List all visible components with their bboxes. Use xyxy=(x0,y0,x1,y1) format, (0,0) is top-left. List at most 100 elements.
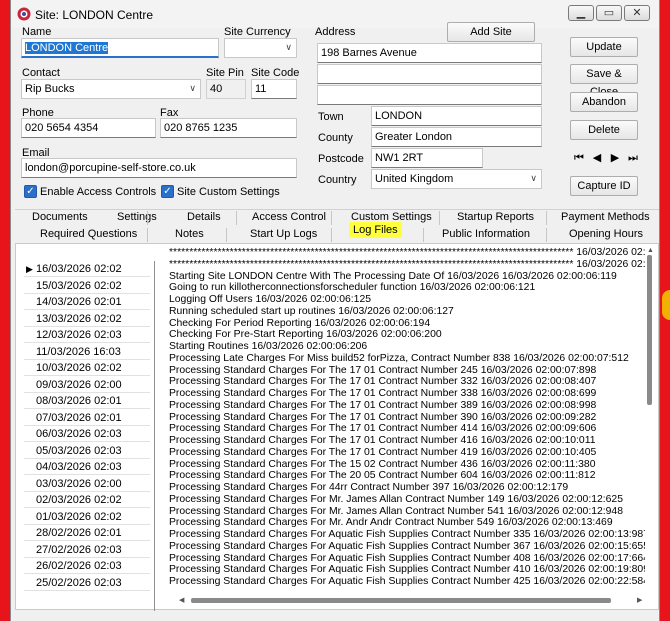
log-line: Going to run killotherconnectionsforsche… xyxy=(169,282,536,294)
log-date-row[interactable]: 04/03/2026 02:03 xyxy=(24,459,150,475)
log-date-row[interactable]: 26/02/2026 02:03 xyxy=(24,558,150,574)
postcode-field[interactable]: NW1 2RT xyxy=(371,148,483,168)
site-custom-settings-checkbox[interactable]: ✓ xyxy=(161,185,174,198)
vertical-scrollbar[interactable]: ▲ xyxy=(645,247,655,591)
tab-log-files[interactable]: Log Files xyxy=(349,222,402,238)
log-line: Processing Standard Charges For The 17 0… xyxy=(169,446,597,458)
log-date-row[interactable]: 06/03/2026 02:03 xyxy=(24,426,150,442)
log-date-row[interactable]: 07/03/2026 02:01 xyxy=(24,410,150,426)
maximize-button[interactable]: ▭ xyxy=(596,5,622,21)
scroll-left-icon[interactable]: ◀ xyxy=(179,596,184,604)
previous-record-icon[interactable]: ◀ xyxy=(590,150,604,166)
horizontal-scroll-thumb[interactable] xyxy=(191,598,611,603)
country-select[interactable]: United Kingdom ∨ xyxy=(371,169,542,189)
log-date-row[interactable]: ▶ 16/03/2026 02:02 xyxy=(24,261,150,277)
enable-access-controls-checkbox[interactable]: ✓ xyxy=(24,185,37,198)
log-text-area[interactable]: ****************************************… xyxy=(169,247,645,591)
log-date-text: 13/03/2026 02:02 xyxy=(36,312,122,325)
enable-access-controls-label: Enable Access Controls xyxy=(40,186,157,198)
log-line: Processing Standard Charges For 44rr Con… xyxy=(169,482,569,493)
log-date-row[interactable]: 05/03/2026 02:03 xyxy=(24,443,150,459)
update-button[interactable]: Update xyxy=(570,37,638,57)
tab-opening-hours[interactable]: Opening Hours xyxy=(569,228,643,240)
tab-details[interactable]: Details xyxy=(187,211,221,223)
log-line: Starting Routines 16/03/2026 02:00:06:20… xyxy=(169,341,368,352)
fax-field[interactable]: 020 8765 1235 xyxy=(160,118,297,138)
tab-payment-methods[interactable]: Payment Methods xyxy=(561,211,650,223)
tab-required-questions[interactable]: Required Questions xyxy=(40,228,137,240)
next-record-icon[interactable]: ▶ xyxy=(608,150,622,166)
log-date-row[interactable]: 08/03/2026 02:01 xyxy=(24,393,150,409)
tab-separator xyxy=(439,211,440,225)
save-close-button[interactable]: Save & Close xyxy=(570,64,638,98)
log-line: Processing Standard Charges For Aquatic … xyxy=(169,564,645,576)
tab-startup-reports[interactable]: Startup Reports xyxy=(457,211,534,223)
log-date-row[interactable]: 28/02/2026 02:01 xyxy=(24,525,150,541)
log-date-row[interactable]: 25/02/2026 02:03 xyxy=(24,575,150,591)
log-date-row[interactable]: 10/03/2026 02:02 xyxy=(24,360,150,376)
tab-access-control[interactable]: Access Control xyxy=(252,211,326,223)
log-date-row[interactable]: 09/03/2026 02:00 xyxy=(24,377,150,393)
log-line: Processing Standard Charges For Aquatic … xyxy=(169,552,645,564)
site-code-field[interactable]: 11 xyxy=(251,79,297,99)
tab-documents[interactable]: Documents xyxy=(32,211,88,223)
address-line-3-field[interactable] xyxy=(317,85,542,105)
name-field[interactable]: LONDON Centre xyxy=(21,38,219,58)
delete-button[interactable]: Delete xyxy=(570,120,638,140)
log-date-row[interactable]: 14/03/2026 02:01 xyxy=(24,294,150,310)
log-line: Processing Standard Charges For The 17 0… xyxy=(169,364,597,376)
log-line: Processing Standard Charges For Aquatic … xyxy=(169,529,645,540)
log-date-text: 01/03/2026 02:02 xyxy=(36,510,122,523)
last-record-icon[interactable]: ⏭ xyxy=(626,150,640,166)
tab-separator xyxy=(147,228,148,242)
phone-field[interactable]: 020 5654 4354 xyxy=(21,118,156,138)
site-pin-label: Site Pin xyxy=(206,67,244,79)
log-line: Processing Late Charges For Miss build52… xyxy=(169,352,629,364)
log-date-text: 02/03/2026 02:02 xyxy=(36,494,122,506)
log-date-row[interactable]: 02/03/2026 02:02 xyxy=(24,492,150,508)
email-value: london@porcupine-self-store.co.uk xyxy=(25,162,196,174)
add-site-templates-button[interactable]: Add Site Templates xyxy=(447,22,535,56)
county-field[interactable]: Greater London xyxy=(371,127,542,147)
capture-id-button[interactable]: Capture ID xyxy=(570,176,638,196)
tab-public-information[interactable]: Public Information xyxy=(442,228,530,240)
tab-separator xyxy=(226,228,227,242)
abandon-button[interactable]: Abandon xyxy=(570,92,638,112)
close-button[interactable]: ✕ xyxy=(624,5,650,21)
tab-divider xyxy=(15,209,659,210)
horizontal-scrollbar[interactable]: ◀ ▶ xyxy=(179,595,645,605)
log-date-text: 28/02/2026 02:01 xyxy=(36,527,122,539)
log-date-row[interactable]: 15/03/2026 02:02 xyxy=(24,278,150,294)
address-line-2-field[interactable] xyxy=(317,64,542,84)
log-date-text: 25/02/2026 02:03 xyxy=(36,576,122,589)
vertical-scroll-thumb[interactable] xyxy=(647,255,652,405)
log-date-text: 26/02/2026 02:03 xyxy=(36,560,122,572)
window-title: Site: LONDON Centre xyxy=(35,8,154,22)
tab-notes[interactable]: Notes xyxy=(175,228,204,240)
tab-settings[interactable]: Settings xyxy=(117,211,157,223)
site-currency-select[interactable]: ∨ xyxy=(224,38,297,58)
scroll-right-icon[interactable]: ▶ xyxy=(637,596,642,604)
first-record-icon[interactable]: ⏮ xyxy=(572,150,586,166)
log-line: ****************************************… xyxy=(169,258,645,270)
address-line-1-field[interactable]: 198 Barnes Avenue xyxy=(317,43,542,63)
tab-separator xyxy=(147,211,148,225)
log-date-row[interactable]: 27/02/2026 02:03 xyxy=(24,542,150,558)
scroll-up-icon[interactable]: ▲ xyxy=(647,247,654,254)
minimize-button[interactable]: ▁ xyxy=(568,5,594,21)
log-line: Processing Standard Charges For The 15 0… xyxy=(169,458,596,470)
log-date-row[interactable]: 11/03/2026 16:03 xyxy=(24,344,150,360)
contact-select[interactable]: Rip Bucks ∨ xyxy=(21,79,201,99)
log-date-row[interactable]: 12/03/2026 02:03 xyxy=(24,327,150,343)
log-date-row[interactable]: 03/03/2026 02:00 xyxy=(24,476,150,492)
chevron-down-icon: ∨ xyxy=(530,173,537,183)
log-line: Processing Standard Charges For The 17 0… xyxy=(169,399,597,411)
email-field[interactable]: london@porcupine-self-store.co.uk xyxy=(21,158,297,178)
log-date-text: 16/03/2026 02:02 xyxy=(36,263,122,275)
tab-start-up-logs[interactable]: Start Up Logs xyxy=(250,228,317,240)
town-field[interactable]: LONDON xyxy=(371,106,542,126)
log-date-row[interactable]: 13/03/2026 02:02 xyxy=(24,311,150,327)
log-date-row[interactable]: 01/03/2026 02:02 xyxy=(24,509,150,525)
postcode-label: Postcode xyxy=(318,153,364,165)
log-date-text: 09/03/2026 02:00 xyxy=(36,378,122,391)
